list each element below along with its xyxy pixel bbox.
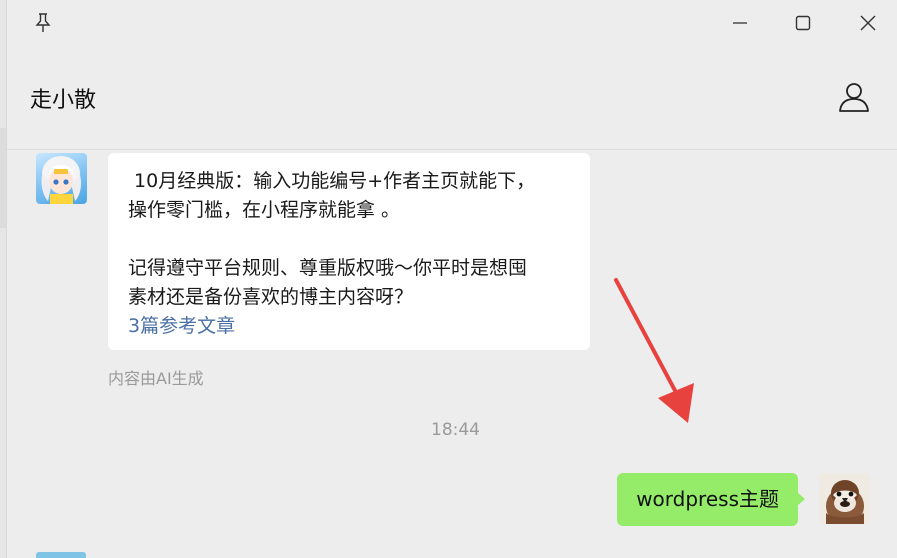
outgoing-message-bubble[interactable]: wordpress主题 bbox=[617, 473, 805, 526]
message-timestamp: 18:44 bbox=[431, 420, 480, 440]
ai-generated-note: 内容由AI生成 bbox=[108, 369, 204, 388]
minimize-button[interactable] bbox=[725, 9, 755, 37]
message-line: 操作零门槛，在小程序就能拿 。 bbox=[128, 199, 401, 221]
person-icon bbox=[839, 83, 869, 112]
user-avatar[interactable] bbox=[819, 473, 870, 524]
reference-articles-link[interactable]: 3篇参考文章 bbox=[128, 312, 235, 341]
maximize-button[interactable] bbox=[788, 9, 818, 37]
incoming-message-bubble[interactable]: 10月经典版：输入功能编号+作者主页就能下， 操作零门槛，在小程序就能拿 。 记… bbox=[108, 153, 590, 350]
pin-icon[interactable] bbox=[33, 12, 53, 34]
minimize-icon bbox=[733, 22, 747, 24]
chat-title: 走小散 bbox=[30, 88, 97, 113]
title-bar bbox=[7, 0, 897, 46]
message-line: 10月经典版：输入功能编号+作者主页就能下， bbox=[128, 170, 536, 192]
bot-avatar[interactable] bbox=[36, 153, 87, 204]
close-button[interactable] bbox=[853, 9, 883, 37]
close-icon bbox=[860, 15, 876, 31]
maximize-icon bbox=[795, 15, 811, 31]
anime-avatar-icon bbox=[41, 156, 82, 204]
left-window-edge bbox=[0, 0, 7, 558]
annotation-arrow bbox=[600, 270, 710, 430]
message-line: 素材还是备份喜欢的博主内容呀？ bbox=[128, 286, 414, 308]
chat-header: 走小散 bbox=[7, 46, 897, 150]
next-message-avatar-edge bbox=[36, 552, 86, 558]
sparrow-avatar-icon bbox=[819, 473, 870, 524]
message-line: 记得遵守平台规则、尊重版权哦～你平时是想囤 bbox=[128, 257, 528, 279]
profile-button[interactable] bbox=[837, 80, 871, 114]
left-window-highlight bbox=[0, 128, 6, 228]
red-arrow-icon bbox=[614, 278, 694, 423]
